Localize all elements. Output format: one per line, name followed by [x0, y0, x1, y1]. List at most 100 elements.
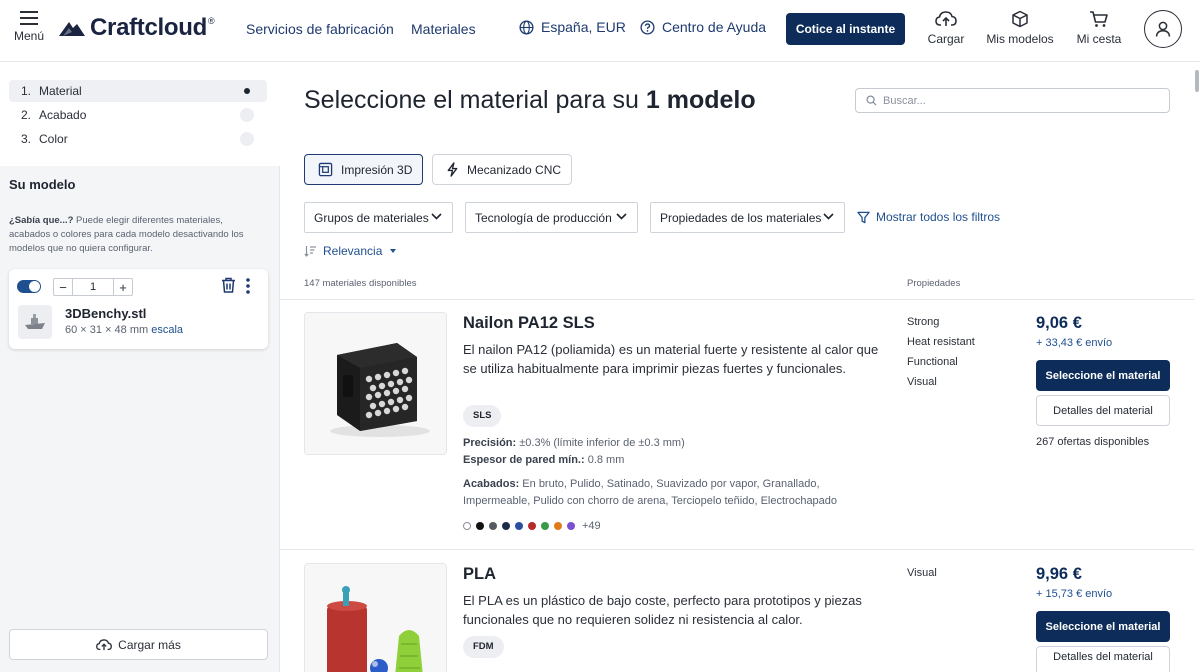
quantity-decrement-button[interactable]: −	[54, 279, 72, 295]
material-name[interactable]: PLA	[463, 565, 496, 584]
trash-icon[interactable]	[221, 277, 236, 293]
nylon-part-image	[305, 313, 446, 454]
search-icon	[866, 95, 877, 106]
material-properties: Visual	[907, 563, 937, 583]
precision-label: Precisión:	[463, 437, 517, 449]
upload-button[interactable]: Cargar	[926, 10, 966, 46]
color-swatch[interactable]	[463, 522, 471, 530]
color-swatch[interactable]	[541, 522, 549, 530]
material-image-nylon[interactable]	[304, 312, 447, 455]
divider	[280, 299, 1194, 300]
chevron-down-icon	[823, 213, 834, 220]
material-price: 9,96 €	[1036, 565, 1082, 583]
step-color[interactable]: 3. Color	[9, 128, 267, 150]
help-center-link[interactable]: Centro de Ayuda	[640, 19, 766, 35]
step-material[interactable]: 1. Material	[9, 80, 267, 102]
nav-materials[interactable]: Materiales	[411, 21, 476, 37]
model-enable-toggle[interactable]	[17, 280, 41, 293]
filter-label: Grupos de materiales	[314, 210, 429, 225]
tip-heading: ¿Sabía que...?	[9, 215, 74, 226]
tab-cnc-machining[interactable]: Mecanizado CNC	[432, 154, 572, 185]
menu-button[interactable]: Menú	[12, 10, 46, 43]
step-label: Color	[39, 132, 68, 146]
material-details-button[interactable]: Detalles del material	[1036, 646, 1170, 672]
search-input[interactable]	[883, 94, 1153, 107]
color-swatch[interactable]	[489, 522, 497, 530]
material-properties: Strong Heat resistant Functional Visual	[907, 312, 975, 392]
select-material-button[interactable]: Seleccione el material	[1036, 360, 1170, 391]
material-image-pla[interactable]	[304, 563, 447, 672]
filter-production-technology[interactable]: Tecnología de producción	[465, 202, 638, 233]
color-swatch[interactable]	[476, 522, 484, 530]
my-models-label: Mis modelos	[986, 32, 1054, 46]
model-dimensions: 60 × 31 × 48 mm escala	[65, 324, 183, 336]
color-swatch[interactable]	[515, 522, 523, 530]
craftcloud-logo[interactable]: Craftcloud ®	[58, 14, 215, 42]
step-finish[interactable]: 2. Acabado	[9, 104, 267, 126]
title-prefix: Seleccione el material para su	[304, 86, 646, 114]
color-swatch[interactable]	[528, 522, 536, 530]
scrollbar-thumb[interactable]	[1195, 70, 1199, 92]
material-min-wall: Espesor de pared mín.: 0.8 mm	[463, 454, 624, 466]
cart-button[interactable]: Mi cesta	[1074, 10, 1124, 46]
quantity-value[interactable]: 1	[72, 279, 114, 295]
menu-label: Menú	[13, 29, 45, 43]
region-label: España, EUR	[541, 19, 626, 35]
my-models-button[interactable]: Mis modelos	[985, 10, 1055, 46]
cloud-upload-icon	[96, 638, 113, 650]
nav-manufacturing-services[interactable]: Servicios de fabricación	[246, 21, 394, 37]
page-title: Seleccione el material para su 1 modelo	[304, 86, 756, 115]
technology-badge: SLS	[463, 405, 502, 427]
load-more-button[interactable]: Cargar más	[9, 629, 268, 660]
color-swatch[interactable]	[554, 522, 562, 530]
sort-dropdown[interactable]: Relevancia	[304, 244, 397, 258]
property-item: Visual	[907, 567, 937, 579]
wall-value: 0.8 mm	[584, 454, 625, 466]
color-swatch[interactable]	[567, 522, 575, 530]
cloud-upload-icon	[935, 11, 957, 26]
step-status-dot	[240, 84, 254, 98]
chevron-down-icon	[431, 213, 442, 220]
quantity-increment-button[interactable]: +	[114, 279, 132, 295]
material-name[interactable]: Nailon PA12 SLS	[463, 314, 595, 333]
tab-label: Impresión 3D	[341, 162, 413, 177]
step-number: 1.	[21, 84, 32, 98]
chevron-down-icon	[616, 213, 627, 220]
filter-material-groups[interactable]: Grupos de materiales	[304, 202, 453, 233]
step-label: Acabado	[39, 108, 87, 122]
property-item: Functional	[907, 356, 958, 368]
property-item: Visual	[907, 376, 937, 388]
caret-down-icon	[390, 249, 397, 253]
color-swatches[interactable]: +49	[463, 520, 601, 532]
filter-funnel-icon	[857, 211, 870, 223]
globe-icon	[519, 19, 534, 35]
hamburger-icon	[20, 11, 38, 25]
scale-link[interactable]: escala	[151, 324, 183, 336]
tab-label: Mecanizado CNC	[467, 162, 562, 177]
instant-quote-button[interactable]: Cotice al instante	[786, 13, 905, 45]
help-label: Centro de Ayuda	[662, 19, 767, 35]
model-thumbnail	[18, 305, 52, 339]
filter-material-properties[interactable]: Propiedades de los materiales	[650, 202, 845, 233]
technology-badge: FDM	[463, 636, 504, 658]
show-filters-label: Mostrar todos los filtros	[876, 210, 1001, 224]
cube-icon	[1012, 10, 1028, 28]
finishes-value: En bruto, Pulido, Satinado, Suavizado po…	[463, 478, 838, 507]
tab-3d-printing[interactable]: Impresión 3D	[304, 154, 423, 185]
materials-count: 147 materiales disponibles	[304, 278, 417, 289]
color-swatch[interactable]	[502, 522, 510, 530]
show-all-filters-link[interactable]: Mostrar todos los filtros	[857, 210, 1000, 224]
divider	[280, 549, 1194, 550]
property-item: Strong	[907, 316, 940, 328]
region-selector[interactable]: España, EUR	[519, 19, 626, 35]
quantity-stepper: − 1 +	[53, 278, 133, 296]
material-details-button[interactable]: Detalles del material	[1036, 395, 1170, 426]
configuration-sidebar: 1. Material 2. Acabado 3. Color Su model…	[0, 62, 280, 672]
step-number: 2.	[21, 108, 32, 122]
user-account-button[interactable]	[1144, 10, 1182, 48]
dimensions-value: 60 × 31 × 48 mm	[65, 324, 149, 336]
more-options-icon[interactable]	[245, 277, 251, 295]
material-price: 9,06 €	[1036, 314, 1082, 332]
properties-column-header: Propiedades	[907, 278, 961, 289]
select-material-button[interactable]: Seleccione el material	[1036, 611, 1170, 642]
